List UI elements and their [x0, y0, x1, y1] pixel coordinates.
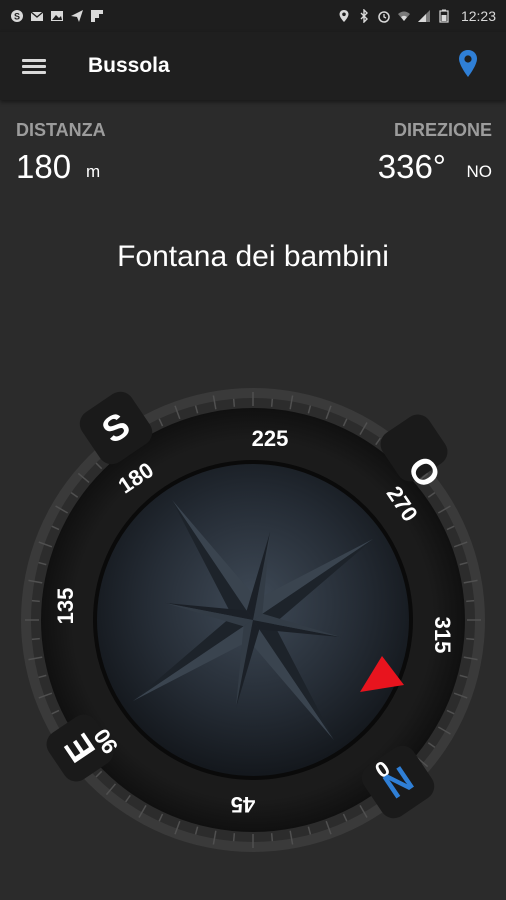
mail-icon: [30, 9, 44, 23]
deg-label-315: 315: [430, 617, 455, 654]
compass-tick: [270, 833, 274, 842]
status-bar-notifications: S: [0, 9, 114, 23]
alarm-icon: [377, 9, 391, 23]
send-icon: [70, 9, 84, 23]
destination-name: Fontana dei bambini: [117, 240, 389, 273]
status-time: 12:23: [460, 8, 496, 24]
direction-cardinal: NO: [466, 162, 493, 181]
svg-text:S: S: [14, 12, 20, 22]
bluetooth-icon: [357, 9, 371, 23]
distance-value: 180: [16, 148, 72, 185]
menu-button[interactable]: [6, 38, 62, 94]
compass-tick: [232, 398, 236, 407]
hamburger-icon: [22, 56, 46, 77]
distance-label: DISTANZA: [16, 120, 106, 140]
compass-tick: [466, 637, 475, 641]
flipboard-icon: [90, 9, 104, 23]
location-button[interactable]: [448, 46, 488, 86]
wifi-icon: [397, 9, 411, 23]
direction-value: 336°: [377, 148, 446, 185]
location-icon: [337, 9, 351, 23]
page-title: Bussola: [88, 54, 170, 77]
deg-label-45: 45: [231, 792, 255, 817]
direction-label: DIREZIONE: [393, 120, 492, 140]
compass-dial[interactable]: 225 270 315 0 45 90 135 180 S O E N: [0, 380, 506, 880]
deg-label-135: 135: [53, 588, 78, 625]
status-bar: S 12:23: [0, 0, 506, 32]
distance-unit: m: [86, 162, 101, 181]
compass-tick: [232, 833, 236, 842]
compass-tick: [466, 599, 475, 603]
app-toolbar: Bussola: [0, 32, 506, 100]
map-pin-icon: [457, 49, 479, 84]
status-bar-system: 12:23: [327, 8, 506, 24]
battery-icon: [437, 9, 451, 23]
deg-label-225: 225: [252, 426, 289, 451]
signal-icon: [417, 9, 431, 23]
image-icon: [50, 9, 64, 23]
compass-tick: [270, 398, 274, 407]
compass-tick: [31, 599, 40, 603]
compass-tick: [31, 637, 40, 641]
skype-icon: S: [10, 9, 24, 23]
